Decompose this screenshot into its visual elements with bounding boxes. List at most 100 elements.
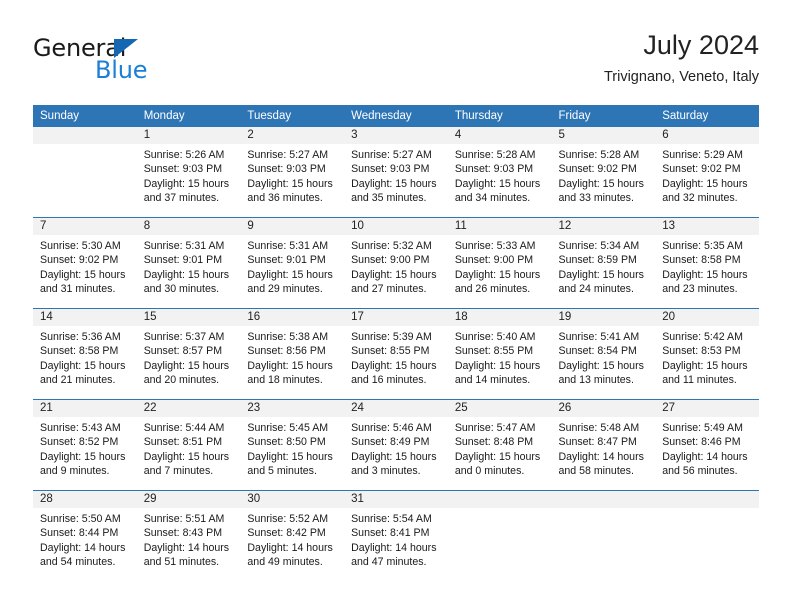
day-details: Sunrise: 5:30 AM Sunset: 9:02 PM Daylight:…	[33, 235, 137, 296]
calendar-day-cell[interactable]: 21 Sunrise: 5:43 AM Sunset: 8:52 PM Dayligh…	[33, 399, 137, 491]
sunrise-text: Sunrise: 5:32 AM	[351, 240, 432, 252]
weekday-header-thursday: Thursday	[447, 105, 552, 127]
sunrise-text: Sunrise: 5:31 AM	[143, 240, 225, 252]
day-details: Sunrise: 5:48 AM Sunset: 8:47 PM Daylight:…	[552, 417, 656, 478]
sunset-text: Sunset: 8:41 PM	[351, 527, 430, 540]
day-details: Sunrise: 5:39 AM Sunset: 8:55 PM Daylight:…	[344, 326, 448, 387]
calendar-day-cell[interactable]: 24 Sunrise: 5:46 AM Sunset: 8:49 PM Dayligh…	[344, 399, 448, 491]
calendar-day-cell[interactable]: 9 Sunrise: 5:31 AM Sunset: 9:01 PM Daylight…	[240, 217, 345, 309]
calendar-day-cell[interactable]: 10 Sunrise: 5:32 AM Sunset: 9:00 PM Dayligh…	[344, 217, 448, 309]
calendar-day-cell[interactable]: 18 Sunrise: 5:40 AM Sunset: 8:55 PM Dayligh…	[447, 308, 552, 400]
sunrise-text: Sunrise: 5:42 AM	[662, 331, 743, 343]
calendar-day-cell[interactable]: 12 Sunrise: 5:34 AM Sunset: 8:59 PM Dayligh…	[551, 217, 656, 309]
daylight-text-line2: and 51 minutes.	[143, 555, 220, 568]
daylight-text-line1: Daylight: 15 hours	[558, 268, 644, 281]
calendar-day-cell[interactable]: 3 Sunrise: 5:27 AM Sunset: 9:03 PM Daylight…	[344, 127, 448, 218]
sunrise-text: Sunrise: 5:34 AM	[558, 240, 640, 252]
sunset-text: Sunset: 8:47 PM	[558, 436, 637, 449]
calendar-week-row: 7 Sunrise: 5:30 AM Sunset: 9:02 PM Daylight…	[33, 217, 759, 309]
calendar-day-cell[interactable]: 15 Sunrise: 5:37 AM Sunset: 8:57 PM Dayligh…	[136, 308, 241, 400]
day-number: 18	[447, 309, 552, 326]
sunset-text: Sunset: 9:00 PM	[351, 254, 430, 267]
sunset-text: Sunset: 9:03 PM	[247, 163, 326, 176]
day-cell-inner: 3 Sunrise: 5:27 AM Sunset: 9:03 PM Daylight…	[344, 127, 448, 217]
daylight-text-line1: Daylight: 15 hours	[40, 359, 126, 372]
daylight-text-line2: and 36 minutes.	[247, 191, 323, 204]
calendar-day-cell[interactable]: 19 Sunrise: 5:41 AM Sunset: 8:54 PM Dayligh…	[551, 308, 656, 400]
day-details: Sunrise: 5:33 AM Sunset: 9:00 PM Daylight:…	[448, 235, 552, 296]
calendar-day-cell[interactable]: 13 Sunrise: 5:35 AM Sunset: 8:58 PM Dayligh…	[655, 217, 759, 309]
calendar-day-cell[interactable]: 1 Sunrise: 5:26 AM Sunset: 9:03 PM Daylight…	[136, 127, 241, 218]
day-number: 29	[136, 491, 241, 508]
calendar-day-cell	[33, 127, 137, 218]
day-number: 1	[136, 127, 241, 144]
day-cell-inner: 28 Sunrise: 5:50 AM Sunset: 8:44 PM Dayligh…	[33, 491, 137, 581]
calendar-body: 1 Sunrise: 5:26 AM Sunset: 9:03 PM Daylight…	[33, 127, 759, 581]
calendar-day-cell[interactable]: 14 Sunrise: 5:36 AM Sunset: 8:58 PM Dayligh…	[33, 308, 137, 400]
day-number: 14	[33, 309, 137, 326]
sunset-text: Sunset: 8:51 PM	[143, 436, 223, 449]
daylight-text-line2: and 14 minutes.	[454, 373, 531, 386]
sunrise-text: Sunrise: 5:51 AM	[143, 513, 225, 525]
daylight-text-line2: and 35 minutes.	[351, 191, 427, 204]
day-cell-inner: 5 Sunrise: 5:28 AM Sunset: 9:02 PM Daylight…	[551, 127, 656, 217]
sunrise-text: Sunrise: 5:28 AM	[454, 149, 536, 161]
daylight-text-line1: Daylight: 15 hours	[143, 450, 230, 463]
day-number: 28	[33, 491, 137, 508]
calendar-day-cell[interactable]: 30 Sunrise: 5:52 AM Sunset: 8:42 PM Dayligh…	[240, 490, 345, 581]
calendar-day-cell[interactable]: 26 Sunrise: 5:48 AM Sunset: 8:47 PM Dayligh…	[551, 399, 656, 491]
calendar-day-cell[interactable]: 11 Sunrise: 5:33 AM Sunset: 9:00 PM Dayligh…	[447, 217, 552, 309]
calendar-week-row: 14 Sunrise: 5:36 AM Sunset: 8:58 PM Dayligh…	[33, 308, 759, 400]
sunrise-text: Sunrise: 5:46 AM	[351, 422, 432, 434]
day-details: Sunrise: 5:44 AM Sunset: 8:51 PM Daylight:…	[137, 417, 241, 478]
day-number: 27	[655, 400, 759, 417]
sunrise-text: Sunrise: 5:52 AM	[247, 513, 329, 525]
calendar-day-cell[interactable]: 16 Sunrise: 5:38 AM Sunset: 8:56 PM Dayligh…	[240, 308, 345, 400]
daylight-text-line2: and 47 minutes.	[351, 555, 427, 568]
day-details: Sunrise: 5:28 AM Sunset: 9:03 PM Daylight:…	[448, 144, 552, 205]
day-cell-inner: 26 Sunrise: 5:48 AM Sunset: 8:47 PM Dayligh…	[551, 400, 656, 490]
calendar-day-cell[interactable]: 28 Sunrise: 5:50 AM Sunset: 8:44 PM Dayligh…	[33, 490, 137, 581]
calendar-day-cell[interactable]: 8 Sunrise: 5:31 AM Sunset: 9:01 PM Daylight…	[136, 217, 241, 309]
day-details: Sunrise: 5:40 AM Sunset: 8:55 PM Daylight:…	[448, 326, 552, 387]
logo-text-blue: Blue	[95, 56, 148, 84]
calendar-day-cell[interactable]: 22 Sunrise: 5:44 AM Sunset: 8:51 PM Dayligh…	[136, 399, 241, 491]
day-number: 30	[240, 491, 345, 508]
sunrise-text: Sunrise: 5:36 AM	[40, 331, 121, 343]
sunrise-text: Sunrise: 5:50 AM	[40, 513, 121, 525]
calendar-day-cell[interactable]: 27 Sunrise: 5:49 AM Sunset: 8:46 PM Dayligh…	[655, 399, 759, 491]
daylight-text-line2: and 30 minutes.	[143, 282, 220, 295]
day-cell-inner: 6 Sunrise: 5:29 AM Sunset: 9:02 PM Daylight…	[655, 127, 759, 217]
daylight-text-line2: and 31 minutes.	[40, 282, 116, 295]
weekday-header-saturday: Saturday	[655, 105, 759, 127]
day-number: 25	[447, 400, 552, 417]
calendar-day-cell[interactable]: 17 Sunrise: 5:39 AM Sunset: 8:55 PM Dayligh…	[344, 308, 448, 400]
calendar-day-cell[interactable]: 4 Sunrise: 5:28 AM Sunset: 9:03 PM Daylight…	[447, 127, 552, 218]
day-cell-inner: 7 Sunrise: 5:30 AM Sunset: 9:02 PM Daylight…	[33, 218, 137, 308]
day-details: Sunrise: 5:43 AM Sunset: 8:52 PM Daylight:…	[33, 417, 137, 478]
calendar-day-cell[interactable]: 6 Sunrise: 5:29 AM Sunset: 9:02 PM Daylight…	[655, 127, 759, 218]
calendar-day-cell[interactable]: 23 Sunrise: 5:45 AM Sunset: 8:50 PM Dayligh…	[240, 399, 345, 491]
calendar-day-cell[interactable]: 25 Sunrise: 5:47 AM Sunset: 8:48 PM Dayligh…	[447, 399, 552, 491]
daylight-text-line1: Daylight: 15 hours	[454, 450, 541, 463]
daylight-text-line1: Daylight: 14 hours	[40, 541, 126, 554]
calendar-day-cell[interactable]: 20 Sunrise: 5:42 AM Sunset: 8:53 PM Dayligh…	[655, 308, 759, 400]
sunset-text: Sunset: 8:57 PM	[143, 345, 223, 358]
daylight-text-line1: Daylight: 15 hours	[247, 177, 333, 190]
calendar-day-cell[interactable]: 29 Sunrise: 5:51 AM Sunset: 8:43 PM Dayligh…	[136, 490, 241, 581]
daylight-text-line1: Daylight: 15 hours	[247, 450, 333, 463]
sunset-text: Sunset: 8:49 PM	[351, 436, 430, 449]
day-number: 19	[551, 309, 656, 326]
daylight-text-line1: Daylight: 15 hours	[558, 177, 644, 190]
daylight-text-line1: Daylight: 15 hours	[143, 359, 230, 372]
calendar-day-cell	[551, 490, 656, 581]
calendar-day-cell[interactable]: 5 Sunrise: 5:28 AM Sunset: 9:02 PM Daylight…	[551, 127, 656, 218]
calendar-day-cell[interactable]: 7 Sunrise: 5:30 AM Sunset: 9:02 PM Daylight…	[33, 217, 137, 309]
daylight-text-line1: Daylight: 15 hours	[247, 359, 333, 372]
day-cell-inner: 25 Sunrise: 5:47 AM Sunset: 8:48 PM Dayligh…	[447, 400, 552, 490]
daylight-text-line1: Daylight: 15 hours	[662, 359, 748, 372]
daylight-text-line2: and 13 minutes.	[558, 373, 634, 386]
day-cell-inner: 17 Sunrise: 5:39 AM Sunset: 8:55 PM Dayligh…	[344, 309, 448, 399]
calendar-day-cell[interactable]: 2 Sunrise: 5:27 AM Sunset: 9:03 PM Daylight…	[240, 127, 345, 218]
calendar-day-cell[interactable]: 31 Sunrise: 5:54 AM Sunset: 8:41 PM Dayligh…	[344, 490, 448, 581]
